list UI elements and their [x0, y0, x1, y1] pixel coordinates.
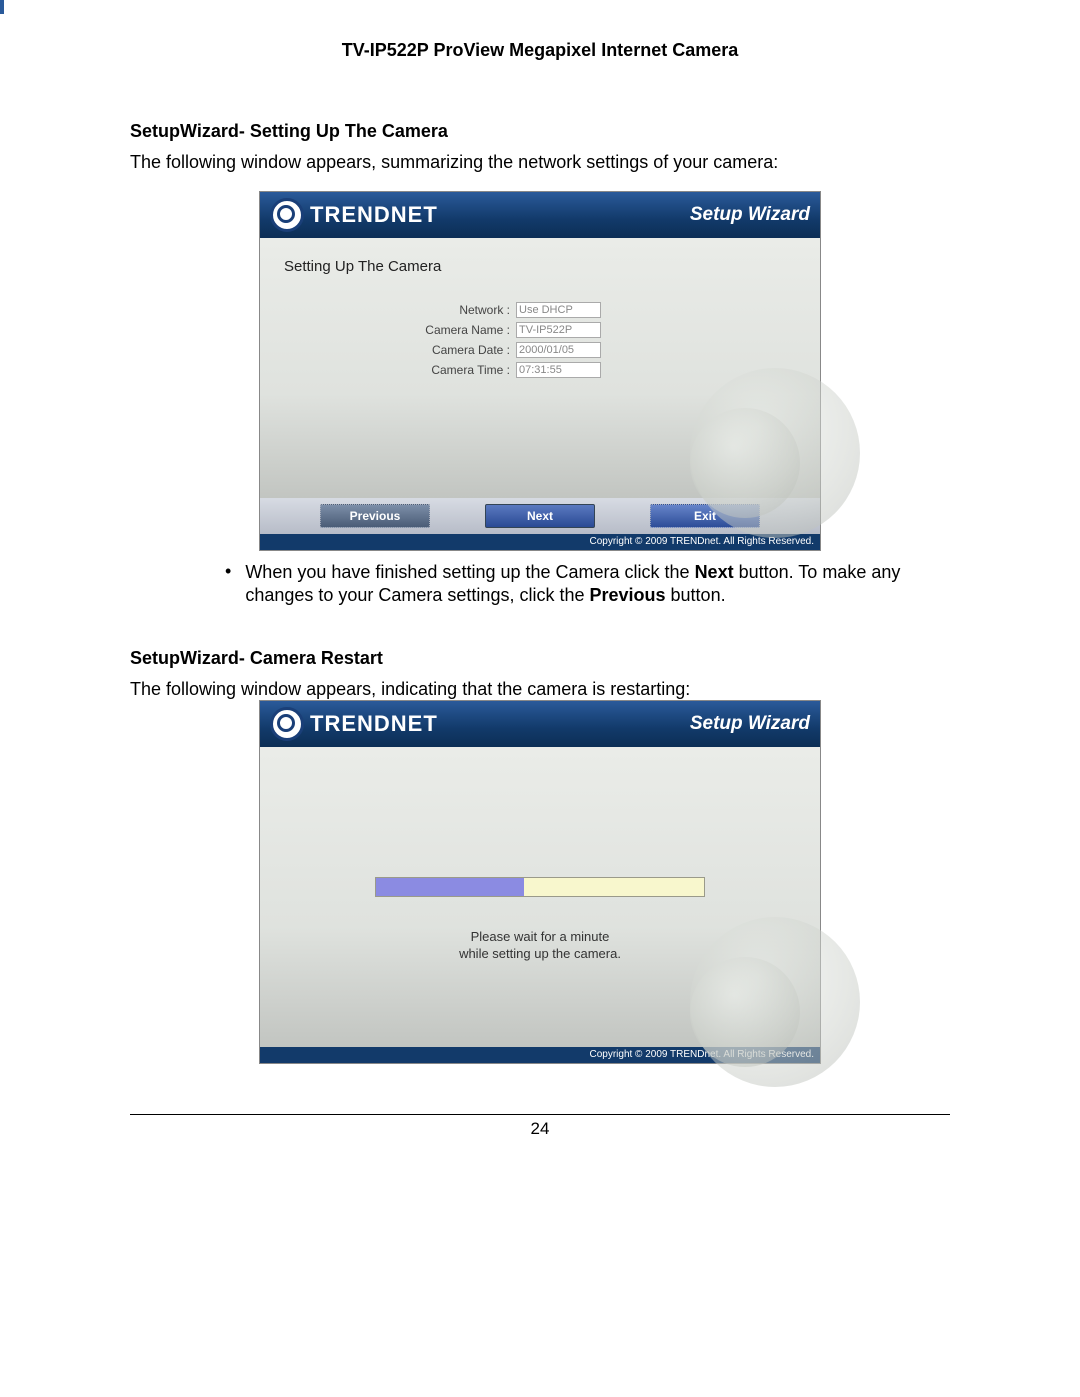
brand-text: TRENDNET: [310, 711, 438, 737]
section-b-intro: The following window appears, indicating…: [130, 679, 950, 700]
network-label: Network :: [415, 303, 516, 317]
wizard2-body: Please wait for a minute while setting u…: [260, 747, 820, 1047]
wizard1-header: TRENDNET Setup Wizard: [260, 192, 820, 238]
bullet-a-bold2: Previous: [589, 585, 665, 605]
camera-time-input[interactable]: [516, 362, 601, 378]
network-input[interactable]: [516, 302, 601, 318]
brand-block: TRENDNET: [270, 198, 438, 232]
background-circle-small: [690, 408, 800, 518]
progress-bar: [375, 877, 705, 897]
wizard2-window: TRENDNET Setup Wizard Please wait for a …: [259, 700, 821, 1064]
section-b-heading: SetupWizard- Camera Restart: [130, 648, 950, 669]
camera-date-input[interactable]: [516, 342, 601, 358]
wizard1-body: Setting Up The Camera Network : Camera N…: [260, 238, 820, 498]
document-title: TV-IP522P ProView Megapixel Internet Cam…: [130, 40, 950, 61]
wizard1-panel-title: Setting Up The Camera: [284, 258, 441, 275]
section-a-intro: The following window appears, summarizin…: [130, 152, 950, 173]
section-a-heading: SetupWizard- Setting Up The Camera: [130, 121, 950, 142]
wizard-title: Setup Wizard: [690, 204, 810, 226]
footer-divider: [130, 1114, 950, 1115]
previous-button[interactable]: Previous: [320, 504, 430, 528]
wizard1-window: TRENDNET Setup Wizard Setting Up The Cam…: [259, 191, 821, 551]
bullet-a-t3: button.: [666, 585, 726, 605]
wizard1-copyright: Copyright © 2009 TRENDnet. All Rights Re…: [260, 534, 820, 550]
brand-text: TRENDNET: [310, 202, 438, 228]
next-button[interactable]: Next: [485, 504, 595, 528]
progress-line2: while setting up the camera.: [459, 946, 621, 961]
trendnet-logo-icon: [270, 198, 304, 232]
progress-line1: Please wait for a minute: [471, 929, 610, 944]
trendnet-logo-icon: [270, 707, 304, 741]
wizard-title: Setup Wizard: [690, 713, 810, 735]
camera-name-label: Camera Name :: [415, 323, 516, 337]
brand-block: TRENDNET: [270, 707, 438, 741]
bullet-a-text: When you have finished setting up the Ca…: [245, 561, 930, 608]
window-edge-mark: [0, 0, 4, 14]
camera-name-input[interactable]: [516, 322, 601, 338]
progress-text: Please wait for a minute while setting u…: [375, 929, 705, 963]
page-number: 24: [130, 1119, 950, 1139]
background-circle-small: [690, 957, 800, 1067]
progress-fill: [376, 878, 524, 896]
bullet-a-t1: When you have finished setting up the Ca…: [245, 562, 694, 582]
bullet-icon: •: [225, 561, 231, 608]
camera-time-label: Camera Time :: [415, 363, 516, 377]
wizard2-header: TRENDNET Setup Wizard: [260, 701, 820, 747]
camera-date-label: Camera Date :: [415, 343, 516, 357]
bullet-a-bold1: Next: [695, 562, 734, 582]
